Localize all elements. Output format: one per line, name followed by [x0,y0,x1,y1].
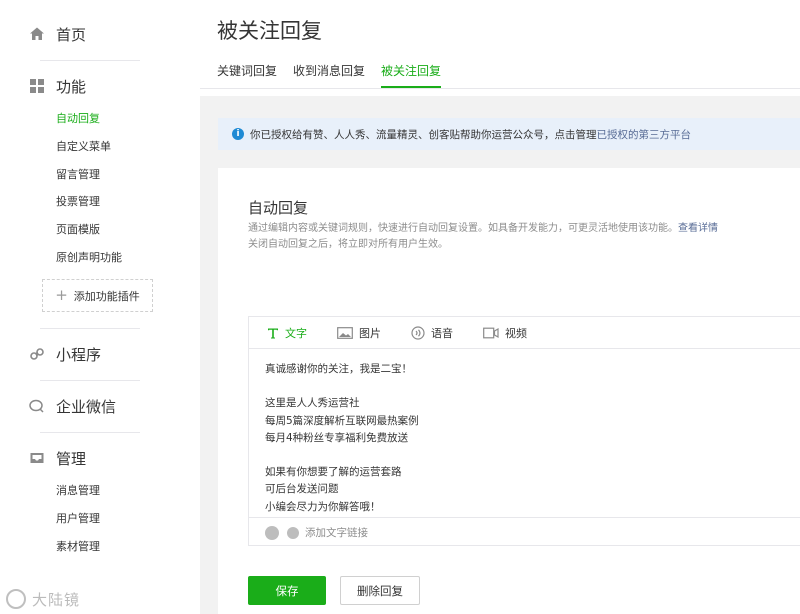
watermark-logo-icon [6,589,26,609]
sidebar-section-features[interactable]: 功能 [28,74,86,98]
sidebar-item-page-templates[interactable]: 页面模版 [56,221,100,239]
auto-reply-title: 自动回复 [248,199,309,217]
add-text-link-button[interactable]: 添加文字链接 [305,525,368,540]
divider [40,432,140,433]
sidebar-item-mini-program[interactable]: 小程序 [28,342,101,366]
voice-icon [411,325,425,340]
text-icon [267,327,279,339]
image-icon [337,326,353,339]
editor-tab-voice[interactable]: 语音 [411,325,453,341]
video-icon [483,327,499,339]
auto-reply-description: 通过编辑内容或关键词规则，快速进行自动回复设置。如具备开发能力，可更灵活地使用该… [248,221,718,253]
mini-program-icon [28,345,46,363]
plus-icon: + [55,286,68,304]
notice-text: 你已授权给有赞、人人秀、流量精灵、创客贴帮助你运营公众号，点击管理 [250,128,597,141]
page-title: 被关注回复 [217,19,322,43]
sidebar-item-home[interactable]: 首页 [28,22,86,46]
sidebar-section-management[interactable]: 管理 [28,446,86,470]
add-plugin-label: 添加功能插件 [73,289,140,303]
info-icon: i [232,128,244,140]
sidebar-mini-program-label: 小程序 [56,345,102,364]
delete-reply-button[interactable]: 删除回复 [340,576,420,605]
sidebar-enterprise-wechat-label: 企业微信 [56,397,117,416]
editor-footer: 添加文字链接 [249,517,800,547]
save-button[interactable]: 保存 [248,576,326,605]
sidebar-management-title: 管理 [56,449,87,468]
editor-tab-video[interactable]: 视频 [483,325,527,341]
sidebar-item-auto-reply[interactable]: 自动回复 [56,110,100,128]
editor-tab-image-label: 图片 [359,326,381,340]
divider [40,60,140,61]
watermark-text: 大陆镜 [32,590,81,609]
sidebar-item-enterprise-wechat[interactable]: 企业微信 [28,394,116,418]
link-icon [287,526,299,539]
sidebar-features-title: 功能 [56,77,87,96]
tab-keyword-reply[interactable]: 关键词回复 [217,62,277,88]
editor-type-tabs: 文字 图片 语音 视频 [249,317,800,349]
emoji-icon[interactable] [265,525,279,540]
sidebar-item-users[interactable]: 用户管理 [56,510,100,528]
sidebar-item-votes[interactable]: 投票管理 [56,193,100,211]
enterprise-wechat-icon [28,397,46,415]
authorized-platforms-link[interactable]: 已授权的第三方平台 [597,127,692,142]
inbox-icon [28,449,46,467]
reply-content-textarea[interactable]: 真诚感谢你的关注，我是二宝！ 这里是人人秀运营社 每周5篇深度解析互联网最热案例… [265,361,419,516]
sidebar-item-original-declaration[interactable]: 原创声明功能 [56,249,122,267]
tab-message-reply[interactable]: 收到消息回复 [293,62,365,88]
authorization-notice: i 你已授权给有赞、人人秀、流量精灵、创客贴帮助你运营公众号，点击管理 已授权的… [218,118,800,150]
sidebar-item-comments[interactable]: 留言管理 [56,166,100,184]
sidebar-item-materials[interactable]: 素材管理 [56,538,100,556]
sidebar-item-custom-menu[interactable]: 自定义菜单 [56,138,111,156]
tabs-divider [200,88,800,89]
view-details-link[interactable]: 查看详情 [678,223,718,234]
sidebar-item-messages[interactable]: 消息管理 [56,482,100,500]
editor-tab-voice-label: 语音 [431,326,453,340]
editor-tab-text-label: 文字 [285,326,307,340]
home-icon [28,25,46,43]
reply-editor: 文字 图片 语音 视频 真诚感谢你的关注，我是二宝！ 这里是人人秀运营社 每周5… [248,316,800,546]
editor-tab-image[interactable]: 图片 [337,325,381,341]
desc-line-1: 通过编辑内容或关键词规则，快速进行自动回复设置。如具备开发能力，可更灵活地使用该… [248,223,678,234]
desc-line-2: 关闭自动回复之后，将立即对所有用户生效。 [248,239,448,250]
divider [40,328,140,329]
grid-icon [28,77,46,95]
watermark: 大陆镜 [6,586,106,612]
reply-type-tabs: 关键词回复 收到消息回复 被关注回复 [217,62,457,88]
editor-tab-video-label: 视频 [505,326,527,340]
sidebar-home-label: 首页 [56,25,87,44]
add-plugin-button[interactable]: + 添加功能插件 [42,279,153,312]
editor-tab-text[interactable]: 文字 [267,325,307,341]
divider [40,380,140,381]
tab-follow-reply[interactable]: 被关注回复 [381,62,442,88]
sidebar: 首页 功能 自动回复 自定义菜单 留言管理 投票管理 页面模版 原创声明功能 +… [0,0,200,614]
